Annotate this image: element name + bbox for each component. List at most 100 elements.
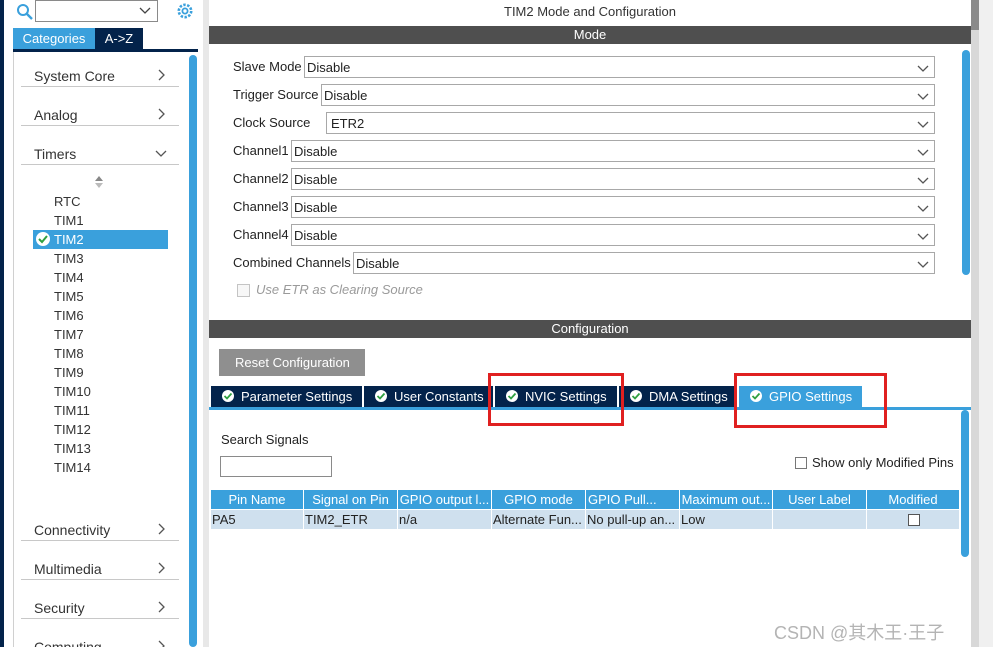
trigger-source-select[interactable]: Disable [321,84,935,106]
chevron-down-icon [917,65,929,72]
table-cell [773,510,867,529]
tab-parameter-settings[interactable]: Parameter Settings [211,386,362,407]
tab-categories[interactable]: Categories [13,28,95,49]
timer-item-selected[interactable]: TIM2 [54,230,84,249]
chevron-right-icon [158,640,165,647]
timer-item[interactable]: TIM5 [54,287,84,306]
category-system-core[interactable]: System Core [21,62,179,87]
search-combobox[interactable] [35,0,158,22]
channel3-select[interactable]: Disable [291,196,935,218]
chevron-down-icon [917,177,929,184]
field-label: Channel1 [233,143,289,158]
timer-item[interactable]: TIM11 [54,401,90,420]
category-analog[interactable]: Analog [21,101,179,126]
column-header[interactable]: GPIO mode [492,490,586,509]
table-cell: PA5 [211,510,304,529]
left-panel: Categories A->Z System Core Analog Timer… [0,0,203,647]
column-header[interactable]: Pin Name [211,490,304,509]
gear-icon[interactable] [176,2,194,20]
column-header[interactable]: GPIO Pull... [586,490,680,509]
configuration-scrollbar[interactable] [961,410,969,557]
field-label: Channel2 [233,171,289,186]
reset-configuration-button[interactable]: Reset Configuration [219,349,365,376]
sort-icon[interactable] [94,175,104,189]
timer-item[interactable]: TIM9 [54,363,84,382]
timer-item[interactable]: TIM12 [54,420,91,439]
channel2-select[interactable]: Disable [291,168,935,190]
table-cell: No pull-up an... [586,510,680,529]
timer-item[interactable]: TIM14 [54,458,91,477]
check-circle-icon [630,390,642,402]
check-circle-icon [222,390,234,402]
outer-scrollbar[interactable] [971,0,993,647]
chevron-right-icon [158,601,165,613]
tab-a-to-z[interactable]: A->Z [95,28,143,49]
search-icon[interactable] [16,3,34,21]
clock-source-select[interactable]: ETR2 [326,112,935,134]
timer-item[interactable]: TIM3 [54,249,84,268]
select-value: Disable [294,144,338,159]
configuration-section-header: Configuration [209,320,971,338]
chevron-down-icon [917,93,929,100]
table-cell: Low [680,510,773,529]
mode-row-combined-channels: Combined Channels Disable [233,252,935,274]
category-computing[interactable]: Computing [21,633,179,647]
mode-section-header: Mode [209,26,971,44]
check-circle-icon [375,390,387,402]
check-circle-icon [36,232,50,246]
tab-dma-settings[interactable]: DMA Settings [619,386,737,407]
timer-item[interactable]: TIM4 [54,268,84,287]
column-header[interactable]: Signal on Pin [304,490,398,509]
select-value: Disable [307,60,351,75]
outer-scroll-thumb[interactable] [971,0,979,30]
column-header[interactable]: GPIO output l... [398,490,492,509]
category-label: Security [34,600,85,616]
field-label: Trigger Source [233,87,319,102]
timer-item[interactable]: TIM13 [54,439,91,458]
left-scrollbar[interactable] [189,55,197,647]
chevron-right-icon [158,108,165,120]
chevron-right-icon [158,562,165,574]
timer-item[interactable]: TIM1 [54,211,84,230]
column-header[interactable]: Modified [867,490,960,509]
timer-item[interactable]: TIM7 [54,325,84,344]
category-multimedia[interactable]: Multimedia [21,555,179,580]
column-header[interactable]: Maximum out... [680,490,773,509]
timer-item[interactable]: TIM10 [54,382,91,401]
field-label: Combined Channels [233,255,351,270]
timer-item[interactable]: TIM6 [54,306,84,325]
table-row[interactable]: PA5 TIM2_ETR n/a Alternate Fun... No pul… [211,510,960,529]
combined-channels-select[interactable]: Disable [353,252,935,274]
chevron-down-icon [917,233,929,240]
category-timers[interactable]: Timers [21,140,179,165]
channel1-select[interactable]: Disable [291,140,935,162]
chevron-down-icon [917,261,929,268]
mode-scrollbar[interactable] [962,50,970,275]
chevron-right-icon [158,69,165,81]
show-modified-pins-checkbox[interactable] [795,457,807,469]
highlight-box-gpio [734,373,887,428]
category-label: Computing [34,639,102,647]
category-security[interactable]: Security [21,594,179,619]
slave-mode-select[interactable]: Disable [304,56,935,78]
category-connectivity[interactable]: Connectivity [21,516,179,541]
column-header[interactable]: User Label [773,490,867,509]
highlight-box-nvic [488,373,624,426]
select-value: ETR2 [331,116,365,131]
chevron-right-icon [158,523,165,535]
modified-checkbox[interactable] [908,514,920,526]
category-label: Analog [34,107,78,123]
tab-label: User Constants [394,389,484,404]
chevron-down-icon[interactable] [139,4,151,16]
timer-item[interactable]: RTC [54,192,80,211]
timer-item[interactable]: TIM8 [54,344,84,363]
mode-row-trigger-source: Trigger Source Disable [233,84,935,106]
page-title: TIM2 Mode and Configuration [504,4,676,19]
mode-row-slave-mode: Slave Mode Disable [233,56,935,78]
channel4-select[interactable]: Disable [291,224,935,246]
category-label: Connectivity [34,522,111,538]
etr-clearing-checkbox[interactable] [237,284,250,297]
field-label: Slave Mode [233,59,302,74]
search-signals-input[interactable] [220,456,332,477]
tab-user-constants[interactable]: User Constants [364,386,493,407]
